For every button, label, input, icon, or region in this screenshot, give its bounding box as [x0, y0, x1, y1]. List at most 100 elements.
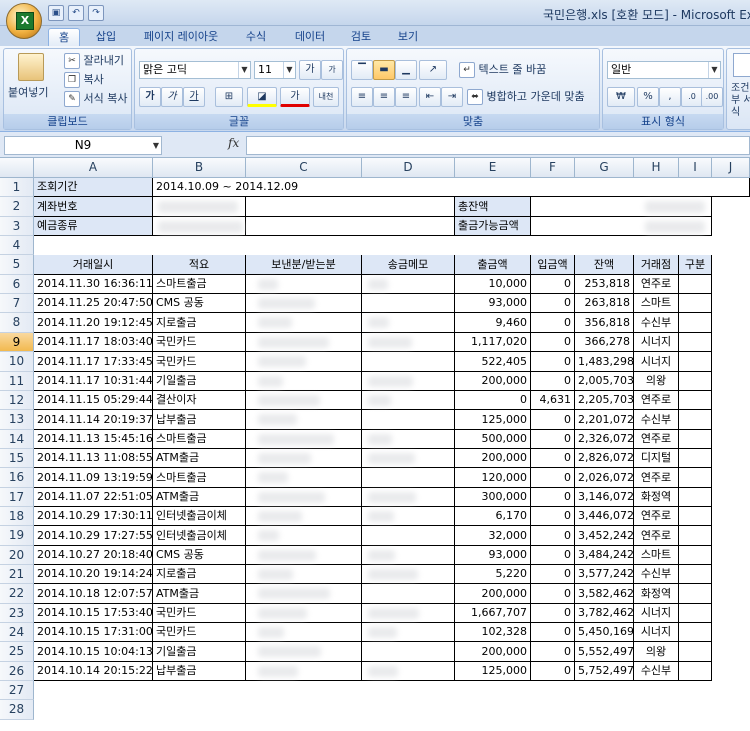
increase-decimal-icon[interactable]: .0	[681, 87, 703, 107]
table-cell[interactable]: 0	[531, 410, 575, 430]
table-cell[interactable]: 인터넷출금이체	[153, 526, 246, 546]
table-cell[interactable]	[679, 430, 712, 449]
table-cell[interactable]: 스마트출금	[153, 275, 246, 294]
table-cell[interactable]: 화정역	[634, 488, 679, 507]
table-cell[interactable]: 0	[531, 468, 575, 488]
table-cell[interactable]	[679, 546, 712, 565]
wrap-text-button[interactable]: 텍스트 줄 바꿈	[479, 63, 547, 76]
table-cell[interactable]: 연주로	[634, 275, 679, 294]
table-cell[interactable]: 기일출금	[153, 642, 246, 662]
column-header-A[interactable]: A	[34, 158, 153, 178]
table-cell[interactable]: 6,170	[455, 507, 531, 526]
table-cell[interactable]: ATM출금	[153, 488, 246, 507]
table-cell[interactable]: 0	[531, 584, 575, 604]
align-right-icon[interactable]: ≡	[395, 87, 417, 107]
table-cell[interactable]: 0	[531, 507, 575, 526]
column-header-J[interactable]: J	[712, 158, 750, 178]
row-header-12[interactable]: 12	[0, 391, 34, 410]
formula-input[interactable]	[246, 136, 750, 155]
row-header-1[interactable]: 1	[0, 178, 34, 197]
table-cell[interactable]: 국민카드	[153, 333, 246, 352]
table-cell[interactable]: 시너지	[634, 333, 679, 352]
table-cell[interactable]: 93,000	[455, 294, 531, 313]
table-cell[interactable]: 지로출금	[153, 565, 246, 584]
table-cell[interactable]: 2,826,072	[575, 449, 634, 468]
row-header-19[interactable]: 19	[0, 526, 34, 546]
account-value-empty[interactable]	[246, 197, 455, 217]
merge-center-button[interactable]: 병합하고 가운데 맞춤	[487, 90, 585, 103]
row-header-3[interactable]: 3	[0, 217, 34, 236]
table-header-3[interactable]: 송금메모	[362, 255, 455, 275]
shrink-font-button[interactable]: 가	[321, 60, 343, 80]
table-cell[interactable]: 스마트	[634, 546, 679, 565]
table-cell[interactable]	[679, 526, 712, 546]
number-format-select[interactable]: 일반 ▼	[607, 61, 721, 79]
table-cell[interactable]: 0	[531, 642, 575, 662]
account-label[interactable]: 계좌번호	[34, 197, 153, 217]
table-cell[interactable]: 스마트	[634, 294, 679, 313]
table-cell[interactable]: 지로출금	[153, 313, 246, 333]
office-button[interactable]: X	[6, 3, 42, 39]
percent-button[interactable]: %	[637, 87, 659, 107]
row-header-7[interactable]: 7	[0, 294, 34, 313]
table-cell[interactable]	[679, 565, 712, 584]
table-cell[interactable]: 화정역	[634, 584, 679, 604]
table-cell[interactable]	[362, 294, 455, 313]
table-cell[interactable]: 2014.11.17 17:33:45	[34, 352, 153, 372]
deposit-type-label[interactable]: 예금종류	[34, 217, 153, 236]
tab-review[interactable]: 검토	[343, 28, 379, 46]
table-cell[interactable]: 수신부	[634, 410, 679, 430]
copy-button[interactable]: 복사	[84, 73, 104, 86]
table-cell[interactable]: 0	[531, 488, 575, 507]
table-header-8[interactable]: 구분	[679, 255, 712, 275]
table-cell[interactable]: 3,582,462	[575, 584, 634, 604]
deposit-type-empty[interactable]	[246, 217, 455, 236]
row-header-20[interactable]: 20	[0, 546, 34, 565]
table-cell[interactable]	[362, 410, 455, 430]
table-cell[interactable]: 2014.11.25 20:47:50	[34, 294, 153, 313]
table-header-6[interactable]: 잔액	[575, 255, 634, 275]
table-cell[interactable]: 5,752,497	[575, 662, 634, 681]
align-middle-icon[interactable]: ▬	[373, 60, 395, 80]
table-cell[interactable]: 2,326,072	[575, 430, 634, 449]
undo-icon[interactable]: ↶	[68, 5, 84, 21]
tab-formulas[interactable]: 수식	[238, 28, 274, 46]
table-cell[interactable]: 시너지	[634, 604, 679, 623]
table-cell[interactable]: 3,577,242	[575, 565, 634, 584]
align-bottom-icon[interactable]: ▁	[395, 60, 417, 80]
table-cell[interactable]: 2014.10.20 19:14:24	[34, 565, 153, 584]
table-cell[interactable]: 2014.11.13 11:08:55	[34, 449, 153, 468]
table-cell[interactable]: 3,446,072	[575, 507, 634, 526]
tab-page-layout[interactable]: 페이지 레이아웃	[134, 28, 228, 46]
row-header-6[interactable]: 6	[0, 275, 34, 294]
increase-indent-icon[interactable]: ⇥	[441, 87, 463, 107]
conditional-format-icon[interactable]	[733, 53, 750, 77]
table-cell[interactable]: 2,201,072	[575, 410, 634, 430]
table-cell[interactable]: 2014.10.15 17:31:00	[34, 623, 153, 642]
table-cell[interactable]: 3,452,242	[575, 526, 634, 546]
table-cell[interactable]	[679, 488, 712, 507]
table-cell[interactable]: 0	[531, 546, 575, 565]
table-cell[interactable]: 253,818	[575, 275, 634, 294]
column-header-C[interactable]: C	[246, 158, 362, 178]
table-cell[interactable]: 2014.10.27 20:18:40	[34, 546, 153, 565]
table-cell[interactable]: 연주로	[634, 526, 679, 546]
period-label[interactable]: 조회기간	[34, 178, 153, 197]
table-cell[interactable]: 2014.11.15 05:29:44	[34, 391, 153, 410]
row-header-23[interactable]: 23	[0, 604, 34, 623]
comma-button[interactable]: ,	[659, 87, 681, 107]
table-cell[interactable]: 300,000	[455, 488, 531, 507]
row-header-9[interactable]: 9	[0, 333, 34, 352]
table-cell[interactable]: 2014.10.15 17:53:40	[34, 604, 153, 623]
balance-label[interactable]: 총잔액	[455, 197, 531, 217]
table-cell[interactable]: 10,000	[455, 275, 531, 294]
column-header-F[interactable]: F	[531, 158, 575, 178]
underline-button[interactable]: 가	[183, 87, 205, 107]
align-left-icon[interactable]: ≡	[351, 87, 373, 107]
table-cell[interactable]: 102,328	[455, 623, 531, 642]
table-cell[interactable]: 200,000	[455, 642, 531, 662]
table-cell[interactable]	[679, 333, 712, 352]
table-cell[interactable]	[679, 604, 712, 623]
table-cell[interactable]: 2014.10.18 12:07:57	[34, 584, 153, 604]
table-cell[interactable]: 0	[531, 623, 575, 642]
